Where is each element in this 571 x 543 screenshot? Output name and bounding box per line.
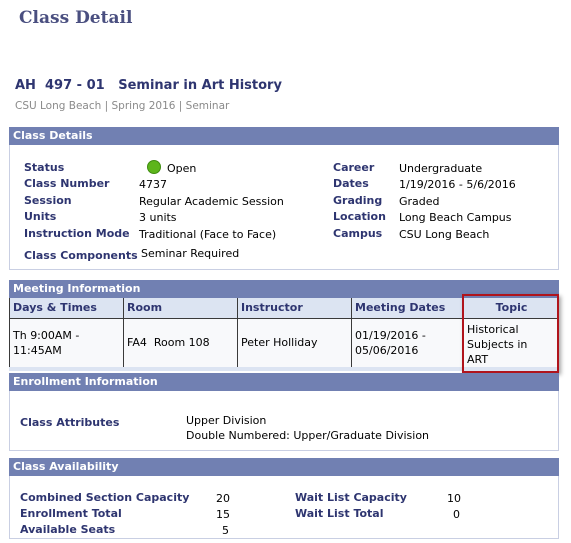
class-attributes-label: Class Attributes [20,416,120,429]
column-instructor: Instructor [237,298,352,319]
wait-list-capacity-value: 10 [447,492,461,505]
location-label: Location [333,210,386,223]
enrollment-information-header: Enrollment Information [9,373,559,391]
class-details-section: Status Open Class Number 4737 Session Re… [9,145,559,270]
instruction-mode-label: Instruction Mode [24,227,130,240]
wait-list-total-label: Wait List Total [295,507,384,520]
topic-line: Subjects in [467,337,528,351]
class-components-label: Class Components [24,249,138,262]
topic-cell: Historical Subjects in ART [463,318,559,367]
meeting-table: Days & Times Room Instructor Meeting Dat… [9,298,559,367]
status-open-icon [147,160,161,174]
column-meeting-dates: Meeting Dates [351,298,464,319]
meeting-information-header: Meeting Information [9,280,559,298]
available-seats-value: 5 [222,524,229,537]
class-subtitle: CSU Long Beach | Spring 2016 | Seminar [15,100,230,112]
class-availability-header: Class Availability [9,458,559,476]
dates-value: 1/19/2016 - 5/6/2016 [399,178,516,191]
instruction-mode-value: Traditional (Face to Face) [139,228,277,241]
grading-value: Graded [399,195,440,208]
meeting-dates-cell: 01/19/2016 - 05/06/2016 [351,318,464,367]
class-number-label: Class Number [24,177,110,190]
class-title: AH 497 - 01 Seminar in Art History [15,78,282,93]
combined-section-capacity-value: 20 [216,492,230,505]
session-value: Regular Academic Session [139,195,284,208]
location-value: Long Beach Campus [399,211,512,224]
units-label: Units [24,210,57,223]
column-days-times: Days & Times [9,298,124,319]
class-attribute-value: Double Numbered: Upper/Graduate Division [186,429,430,442]
campus-label: Campus [333,227,383,240]
days-times-line: Th 9:00AM - [13,328,80,342]
enrollment-total-label: Enrollment Total [20,507,122,520]
wait-list-capacity-label: Wait List Capacity [295,491,407,504]
days-times-line: 11:45AM [13,343,62,357]
class-details-header: Class Details [9,127,559,145]
column-topic: Topic [463,298,559,319]
units-value: 3 units [139,211,177,224]
campus-value: CSU Long Beach [399,228,490,241]
class-attribute-value: Upper Division [186,414,267,427]
topic-line: ART [467,352,489,366]
available-seats-label: Available Seats [20,523,116,536]
dates-label: Dates [333,177,369,190]
class-availability-section: Combined Section Capacity 20 Enrollment … [9,476,559,539]
wait-list-total-value: 0 [453,508,460,521]
instructor-cell: Peter Holliday [237,318,352,367]
combined-section-capacity-label: Combined Section Capacity [20,491,190,504]
session-label: Session [24,194,72,207]
status-label: Status [24,161,65,174]
career-label: Career [333,161,375,174]
column-room: Room [123,298,238,319]
class-number-value: 4737 [139,178,167,191]
topic-line: Historical [467,322,519,336]
days-times-cell: Th 9:00AM - 11:45AM [9,318,124,367]
page-title: Class Detail [19,8,133,28]
career-value: Undergraduate [399,162,483,175]
class-components-value: Seminar Required [141,247,240,260]
room-cell: FA4 Room 108 [123,318,238,367]
table-row: Th 9:00AM - 11:45AM FA4 Room 108 Peter H… [9,318,559,367]
meeting-table-footer [9,367,559,371]
meeting-dates-line: 01/19/2016 - [355,328,426,342]
grading-label: Grading [333,194,383,207]
enrollment-information-section: Class Attributes Upper Division Double N… [9,391,559,451]
enrollment-total-value: 15 [216,508,230,521]
meeting-dates-line: 05/06/2016 [355,343,419,357]
status-value: Open [167,162,197,175]
